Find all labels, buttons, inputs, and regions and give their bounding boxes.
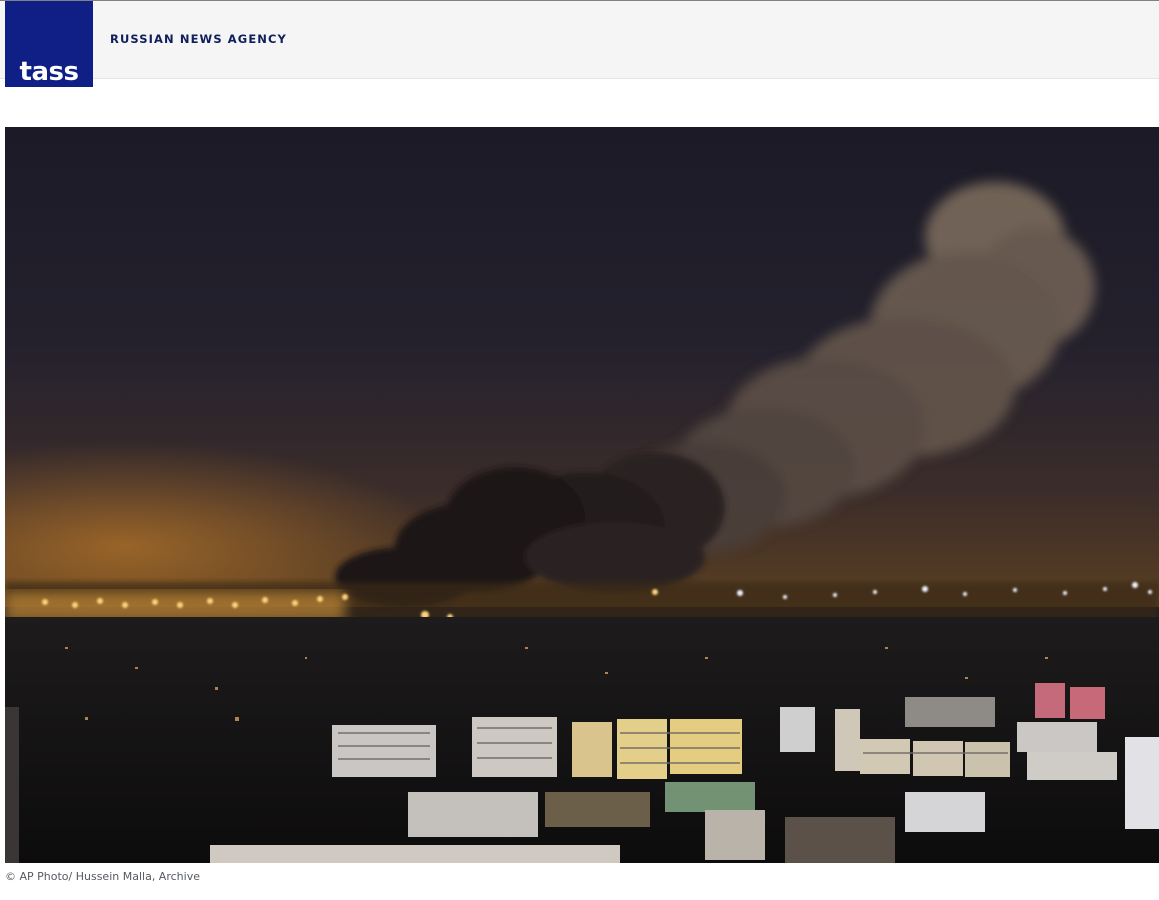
agency-name[interactable]: RUSSIAN NEWS AGENCY (110, 32, 287, 46)
tass-logo[interactable]: TASS (5, 1, 93, 87)
site-header: RUSSIAN NEWS AGENCY (0, 0, 1159, 79)
night-city-smoke-photo (5, 127, 1159, 863)
article-photo (5, 127, 1159, 863)
photo-caption: © AP Photo/ Hussein Malla, Archive (5, 870, 200, 883)
logo-text: TASS (19, 57, 79, 87)
